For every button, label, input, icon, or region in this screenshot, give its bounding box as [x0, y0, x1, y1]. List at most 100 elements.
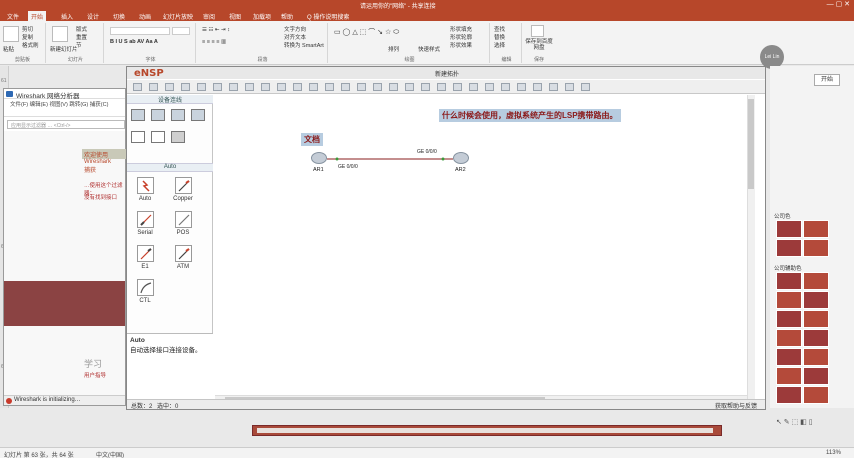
vertical-scrollbar[interactable]	[747, 95, 755, 401]
router-ar1[interactable]	[311, 152, 327, 164]
cloud-icon[interactable]	[517, 83, 526, 91]
quick-styles-button[interactable]: 快速样式	[418, 45, 440, 53]
palette-icon[interactable]	[357, 83, 366, 91]
open-icon[interactable]	[149, 83, 158, 91]
tab-design[interactable]: 设计	[84, 11, 102, 21]
topology-canvas[interactable]: 什么时候会使用，虚拟系统产生的LSP携带路由。 文档 AR1 GE 0/0/0 …	[215, 95, 755, 401]
align-text-button[interactable]: 对齐文本	[284, 33, 306, 41]
font-size-select[interactable]	[172, 27, 190, 35]
color-tile[interactable]	[776, 329, 802, 347]
baidu-cloud-icon[interactable]	[531, 25, 544, 37]
reset-button[interactable]: 重置	[76, 33, 87, 41]
color-tile[interactable]	[776, 348, 802, 366]
shapes-gallery[interactable]: ▭ ◯ △ ⬚ ⌒ ↘ ☆ ⬭	[334, 27, 399, 37]
paste-icon[interactable]	[3, 26, 19, 42]
section-button[interactable]: 节	[76, 41, 82, 49]
router-ar2[interactable]	[453, 152, 469, 164]
color-tile[interactable]	[803, 348, 829, 366]
start-button[interactable]: 开始	[814, 74, 840, 86]
serial-cable-icon[interactable]	[137, 211, 154, 228]
tab-help[interactable]: 帮助	[278, 11, 296, 21]
select-icon[interactable]	[245, 83, 254, 91]
auto-cable-icon[interactable]	[137, 177, 154, 194]
tab-view[interactable]: 视图	[226, 11, 244, 21]
align-buttons[interactable]: ≡ ≡ ≡ ≡ ▥	[202, 39, 226, 45]
font-format-buttons[interactable]: B I U S ab AV Aa A	[110, 39, 158, 45]
ellipse-icon[interactable]	[341, 83, 350, 91]
color-tile[interactable]	[776, 220, 802, 238]
color-tile[interactable]	[803, 272, 829, 290]
replace-button[interactable]: 替换	[494, 33, 505, 41]
color-tile[interactable]	[803, 220, 829, 238]
copy-button[interactable]: 复制	[22, 33, 33, 41]
redo-icon[interactable]	[229, 83, 238, 91]
cli-icon[interactable]	[485, 83, 494, 91]
display-filter-input[interactable]: 应用显示过滤器 … <Ctrl-/>	[7, 120, 125, 129]
new-slide-button[interactable]: 新建幻灯片	[50, 45, 78, 53]
color-tile[interactable]	[776, 291, 802, 309]
format-painter-button[interactable]: 格式刷	[22, 41, 39, 49]
undo-icon[interactable]	[213, 83, 222, 91]
wlan-category-icon[interactable]	[171, 109, 185, 121]
print-icon[interactable]	[197, 83, 206, 91]
zoom-in-icon[interactable]	[373, 83, 382, 91]
wireshark-window[interactable]: Wireshark 网络分析器 文件(F) 编辑(E) 视图(V) 跳转(G) …	[3, 88, 127, 406]
help-feedback-link[interactable]: 获取帮助与反馈	[715, 401, 757, 410]
switch-category-icon[interactable]	[151, 109, 165, 121]
new-slide-icon[interactable]	[52, 26, 68, 42]
save-icon[interactable]	[165, 83, 174, 91]
text-direction-button[interactable]: 文字方向	[284, 25, 306, 33]
fit-icon[interactable]	[405, 83, 414, 91]
user-guide-link[interactable]: 用户指导	[84, 371, 106, 379]
color-tile[interactable]	[803, 367, 829, 385]
ctl-cable-icon[interactable]	[137, 279, 154, 296]
help-icon[interactable]	[549, 83, 558, 91]
select-button[interactable]: 选择	[494, 41, 505, 49]
save-baidu-button[interactable]: 保存到百度网盘	[525, 39, 553, 51]
e1-cable-icon[interactable]	[137, 245, 154, 262]
tab-transitions[interactable]: 切换	[110, 11, 128, 21]
list-buttons[interactable]: ☰ ☷ ⇤ ⇥ ↕	[202, 27, 230, 33]
shape-effects-button[interactable]: 形状效果	[450, 41, 472, 49]
view-icons[interactable]: ↖ ✎ ⬚ ◧ ▯	[776, 418, 854, 430]
ensp-title-bar[interactable]: eNSP 新建拓扑	[127, 67, 765, 79]
grid-icon[interactable]	[501, 83, 510, 91]
shape-outline-button[interactable]: 形状轮廓	[450, 33, 472, 41]
save-as-icon[interactable]	[181, 83, 190, 91]
cut-button[interactable]: 剪切	[22, 25, 33, 33]
color-tile[interactable]	[776, 386, 802, 404]
layout-button[interactable]: 版式	[76, 25, 87, 33]
rectangle-icon[interactable]	[325, 83, 334, 91]
tab-insert[interactable]: 插入	[58, 11, 76, 21]
color-tile[interactable]	[803, 329, 829, 347]
color-tile[interactable]	[776, 310, 802, 328]
stop-device-icon[interactable]	[437, 83, 446, 91]
pan-icon[interactable]	[261, 83, 270, 91]
zoom-out-icon[interactable]	[389, 83, 398, 91]
window-controls[interactable]: — ▢ ✕	[827, 0, 850, 8]
capture-icon[interactable]	[453, 83, 462, 91]
find-button[interactable]: 查找	[494, 25, 505, 33]
new-icon[interactable]	[133, 83, 142, 91]
color-tile[interactable]	[803, 239, 829, 257]
color-tile[interactable]	[803, 386, 829, 404]
delete-icon[interactable]	[277, 83, 286, 91]
atm-cable-icon[interactable]	[175, 245, 192, 262]
forum-icon[interactable]	[565, 83, 574, 91]
color-tile[interactable]	[803, 291, 829, 309]
router-category-icon[interactable]	[131, 109, 145, 121]
cloud-category-icon[interactable]	[151, 131, 165, 143]
text-icon[interactable]	[309, 83, 318, 91]
tab-review[interactable]: 审阅	[200, 11, 218, 21]
tab-addins[interactable]: 加载项	[250, 11, 274, 21]
color-tile[interactable]	[776, 367, 802, 385]
color-tile[interactable]	[776, 239, 802, 257]
tab-home[interactable]: 开始	[28, 11, 47, 21]
topology-icon[interactable]	[469, 83, 478, 91]
tab-animations[interactable]: 动画	[136, 11, 154, 21]
cable-category-icon[interactable]	[171, 131, 185, 143]
pc-category-icon[interactable]	[131, 131, 145, 143]
pos-cable-icon[interactable]	[175, 211, 192, 228]
wireshark-title-bar[interactable]: Wireshark 网络分析器	[4, 89, 125, 100]
shape-fill-button[interactable]: 形状填充	[450, 25, 472, 33]
